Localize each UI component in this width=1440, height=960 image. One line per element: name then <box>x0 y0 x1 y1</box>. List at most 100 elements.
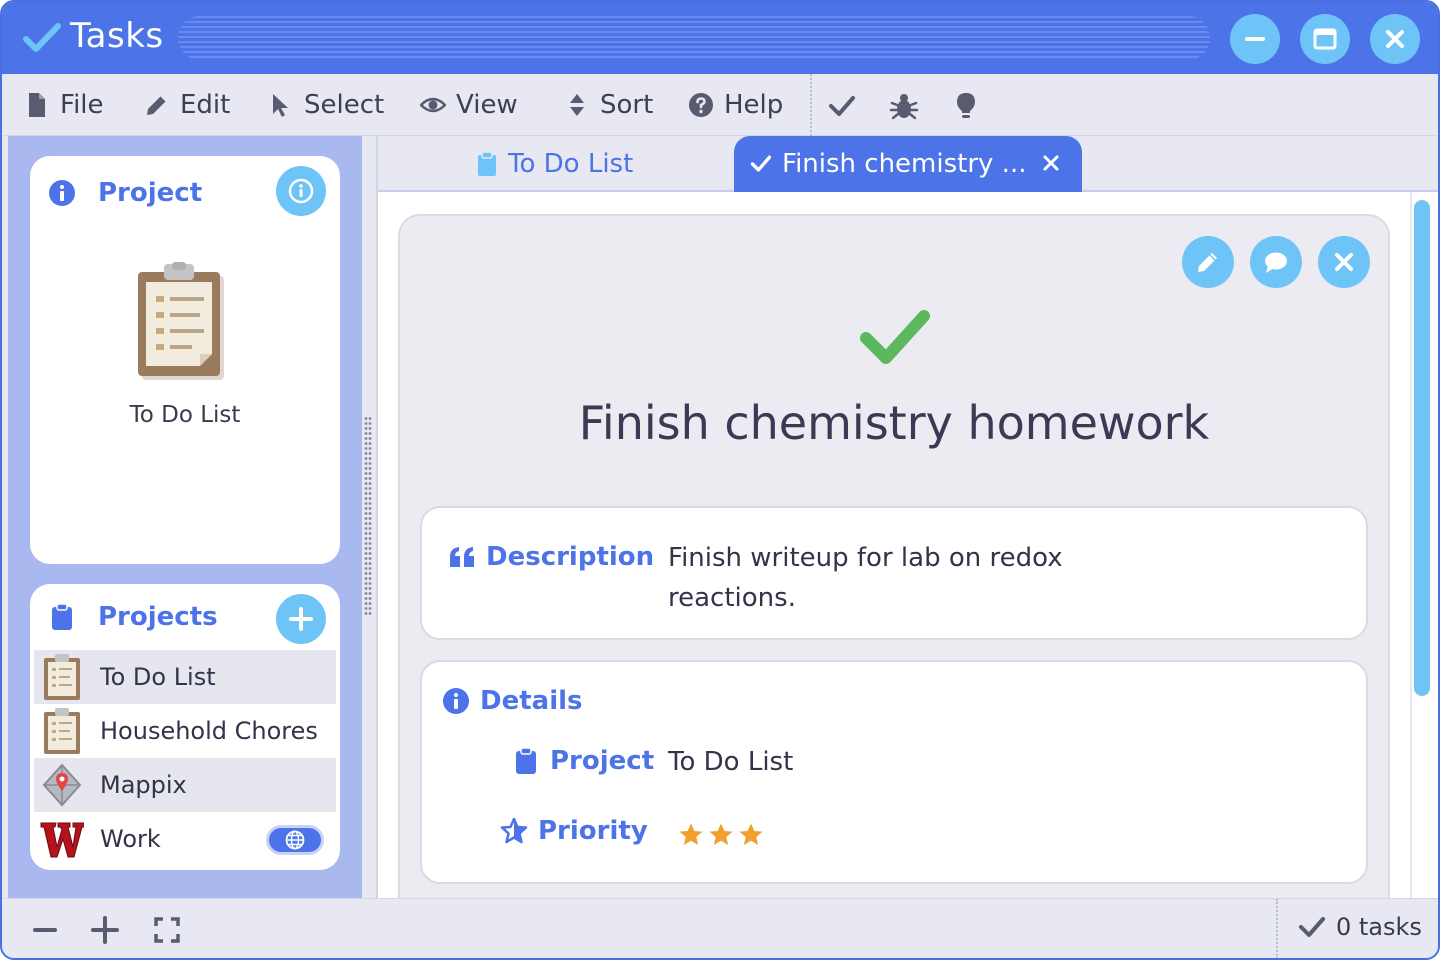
cursor-icon <box>273 94 288 117</box>
close-task-button[interactable] <box>1318 236 1370 288</box>
priority-stars[interactable] <box>678 822 768 848</box>
clipboard-icon <box>516 747 536 774</box>
close-icon <box>1386 30 1404 48</box>
project-info-button[interactable] <box>276 166 326 216</box>
menu-select[interactable]: Select <box>268 88 384 122</box>
zoom-out-button[interactable] <box>30 915 60 945</box>
maximize-button[interactable] <box>1300 14 1350 64</box>
edit-task-button[interactable] <box>1182 236 1234 288</box>
app-check-icon <box>23 23 61 52</box>
check-icon <box>1299 917 1325 937</box>
description-line-2: reactions. <box>668 583 796 613</box>
project-item-label: Mappix <box>100 771 187 799</box>
minus-icon <box>1245 37 1265 41</box>
menu-sort-label: Sort <box>600 90 654 120</box>
check-icon <box>829 96 855 116</box>
bug-tool-button[interactable] <box>888 90 920 122</box>
close-icon <box>1335 253 1353 271</box>
expand-icon <box>154 917 180 943</box>
map-pin-icon <box>42 763 82 807</box>
w-logo-icon <box>40 822 84 858</box>
sidebar: Project To Do List Projects To Do List H… <box>8 136 362 898</box>
menu-edit[interactable]: Edit <box>144 88 230 122</box>
check-icon <box>750 155 772 172</box>
idea-tool-button[interactable] <box>950 90 982 122</box>
project-item-label: Household Chores <box>100 717 318 745</box>
menu-edit-label: Edit <box>180 90 231 120</box>
clipboard-icon <box>52 603 72 630</box>
comment-task-button[interactable] <box>1250 236 1302 288</box>
menu-sort[interactable]: Sort <box>564 88 653 122</box>
projects-card: Projects To Do List Household Chores Map… <box>30 584 340 870</box>
project-item-label: To Do List <box>100 663 216 691</box>
work-share-toggle[interactable] <box>266 825 324 855</box>
fit-view-button[interactable] <box>152 915 182 945</box>
sidebar-resize-handle[interactable] <box>364 416 372 616</box>
info-icon <box>49 180 75 206</box>
zoom-in-button[interactable] <box>90 915 120 945</box>
description-line-1: Finish writeup for lab on redox <box>668 543 1063 573</box>
close-button[interactable] <box>1370 14 1420 64</box>
tab-label: Finish chemistry ... <box>782 149 1027 179</box>
star-icon <box>709 823 733 845</box>
clipboard-icon <box>44 654 80 700</box>
menu-view[interactable]: View <box>420 88 518 122</box>
pencil-icon <box>1198 253 1217 272</box>
menu-file-label: File <box>60 90 104 120</box>
current-project-name: To Do List <box>129 402 241 428</box>
file-icon <box>29 93 45 117</box>
tab-close-button[interactable] <box>1040 152 1062 174</box>
project-item-work[interactable]: Work <box>34 812 336 866</box>
globe-icon <box>285 830 305 850</box>
project-item-mappix[interactable]: Mappix <box>34 758 336 812</box>
project-card-header: Project <box>48 178 202 208</box>
tab-bar: To Do List Finish chemistry ... <box>378 136 1438 192</box>
menu-separator <box>810 74 812 136</box>
menu-bar: File Edit Select View Sort Help <box>2 74 1438 136</box>
task-count-text: 0 tasks <box>1336 913 1422 941</box>
tab-finish-chemistry[interactable]: Finish chemistry ... <box>734 136 1082 192</box>
details-label: Details <box>442 686 583 716</box>
sort-icon <box>570 94 584 116</box>
task-detail-view: Finish chemistry homework Description Fi… <box>378 192 1410 898</box>
minus-icon <box>33 928 57 932</box>
task-card: Finish chemistry homework Description Fi… <box>398 214 1390 898</box>
project-field-label: Project <box>512 746 654 776</box>
project-item-to-do-list[interactable]: To Do List <box>34 650 336 704</box>
star-outline-icon <box>500 817 528 844</box>
menu-select-label: Select <box>304 90 385 120</box>
minimize-button[interactable] <box>1230 14 1280 64</box>
projects-card-header: Projects <box>48 602 218 632</box>
description-label: Description <box>448 542 654 572</box>
close-icon <box>1043 155 1059 171</box>
completed-check-icon <box>860 310 930 364</box>
app-title: Tasks <box>70 16 164 56</box>
projects-card-title: Projects <box>98 602 218 632</box>
info-icon <box>443 688 469 714</box>
description-section: Description Finish writeup for lab on re… <box>420 506 1368 640</box>
task-title: Finish chemistry homework <box>578 396 1210 450</box>
eye-icon <box>420 97 446 113</box>
tab-label: To Do List <box>508 149 634 179</box>
menu-view-label: View <box>456 90 518 120</box>
title-bar[interactable]: Tasks <box>2 2 1438 74</box>
check-tool-button[interactable] <box>826 90 858 122</box>
task-count-status: 0 tasks <box>1298 913 1422 941</box>
star-icon <box>739 823 763 845</box>
add-project-button[interactable] <box>276 594 326 644</box>
title-drag-handle[interactable] <box>178 16 1210 60</box>
project-field-value: To Do List <box>668 747 794 777</box>
pencil-icon <box>147 95 167 115</box>
clipboard-icon <box>478 151 496 176</box>
status-bar: 0 tasks <box>2 898 1438 958</box>
status-separator <box>1276 899 1278 958</box>
tab-to-do-list[interactable]: To Do List <box>476 136 633 192</box>
menu-help[interactable]: Help <box>688 88 783 122</box>
menu-help-label: Help <box>724 90 784 120</box>
details-section: Details Project To Do List Priority <box>420 660 1368 884</box>
menu-file[interactable]: File <box>24 88 104 122</box>
project-item-household-chores[interactable]: Household Chores <box>34 704 336 758</box>
quote-icon <box>450 547 474 567</box>
project-item-label: Work <box>100 825 161 853</box>
scrollbar-thumb[interactable] <box>1414 200 1430 696</box>
